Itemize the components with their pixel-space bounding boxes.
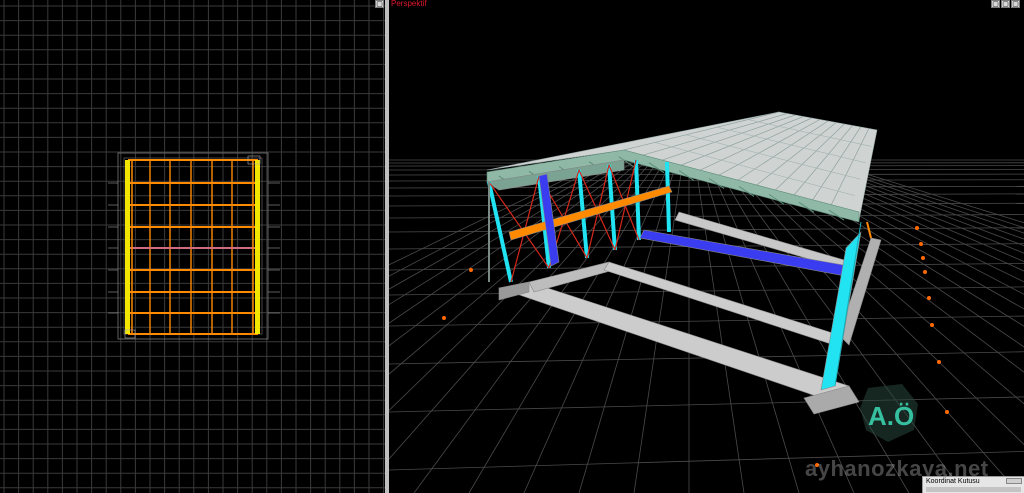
axis-marker (919, 242, 923, 246)
perspective-maximize-button[interactable]: ▢ (1011, 0, 1020, 8)
perspective-title: Perspektif (391, 0, 427, 8)
perspective-minimize-button[interactable]: ▢ (991, 0, 1000, 8)
grade-beam-front (497, 281, 850, 398)
ground-grid-ray (724, 159, 1020, 493)
ground-grid-ray (694, 159, 745, 493)
axis-marker (469, 268, 473, 272)
coordinate-box-field[interactable] (926, 487, 1021, 492)
axis-marker (930, 323, 934, 327)
axis-marker (937, 360, 941, 364)
plan-side-wall-left (125, 160, 130, 334)
perspective-drawing (389, 111, 1024, 493)
ground-grid-ray (730, 159, 1024, 446)
grade-beam-left-end (528, 261, 615, 293)
axis-marker (923, 270, 927, 274)
plan-viewport[interactable]: ▢ (0, 0, 385, 493)
axis-marker (915, 226, 919, 230)
axis-marker (927, 296, 931, 300)
ground-grid-ray (389, 159, 612, 277)
steel-column (665, 161, 671, 233)
coordinate-box-close-button[interactable] (1006, 478, 1022, 484)
perspective-viewport[interactable]: Perspektif ▢ ▢ ▢ (389, 0, 1024, 493)
plan-boundary-inner (123, 157, 263, 335)
axis-marker (945, 410, 949, 414)
ground-grid-line (389, 263, 1024, 271)
coordinate-box-panel[interactable]: Koordinat Kutusu (922, 476, 1024, 493)
ground-grid-line (389, 193, 1024, 197)
footing-front-left (498, 281, 530, 301)
plan-maximize-button[interactable]: ▢ (375, 0, 384, 8)
plan-side-wall-right (255, 160, 260, 334)
ground-grid-line (389, 396, 1024, 413)
axis-marker (442, 316, 446, 320)
coordinate-box-title: Koordinat Kutusu (926, 478, 980, 485)
perspective-restore-button[interactable]: ▢ (1001, 0, 1010, 8)
ground-grid-line (389, 185, 1024, 189)
axis-marker (921, 256, 925, 260)
plan-drawing (0, 0, 385, 493)
